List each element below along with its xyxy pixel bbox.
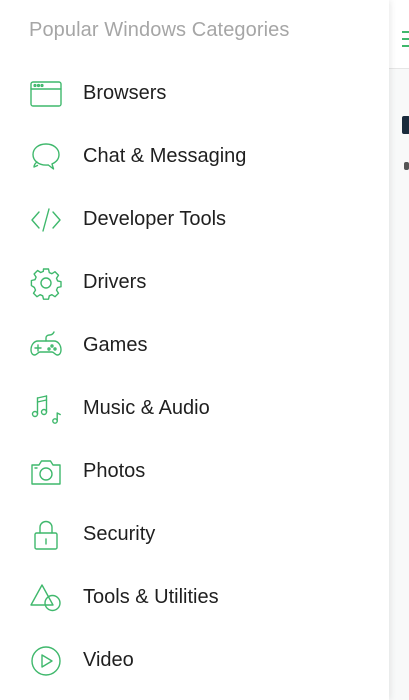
- category-item-browsers[interactable]: Browsers: [0, 62, 389, 125]
- music-notes-icon: [28, 391, 64, 427]
- category-label: Tools & Utilities: [83, 586, 219, 608]
- category-item-developer-tools[interactable]: Developer Tools: [0, 188, 389, 251]
- category-list: Browsers Chat & Messaging Developer Tool…: [0, 62, 389, 692]
- category-item-tools-utilities[interactable]: Tools & Utilities: [0, 566, 389, 629]
- drawer-title: Popular Windows Categories: [29, 19, 290, 41]
- category-item-games[interactable]: Games: [0, 314, 389, 377]
- hamburger-menu-icon[interactable]: [402, 31, 409, 47]
- chat-bubbles-icon: [28, 139, 64, 175]
- category-label: Security: [83, 523, 156, 545]
- category-label: Games: [83, 334, 148, 356]
- background-text-fragment: [404, 162, 409, 170]
- category-label: Browsers: [83, 82, 167, 104]
- background-page: [389, 0, 409, 700]
- gear-icon: [28, 265, 64, 301]
- gamepad-icon: [28, 328, 64, 364]
- play-circle-icon: [28, 643, 64, 679]
- browser-window-icon: [28, 76, 64, 112]
- code-brackets-icon: [28, 202, 64, 238]
- category-item-security[interactable]: Security: [0, 503, 389, 566]
- page: Popular Windows Categories Browsers Chat…: [0, 0, 409, 700]
- background-topbar: [389, 0, 409, 69]
- category-label: Chat & Messaging: [83, 145, 247, 167]
- category-label: Music & Audio: [83, 397, 210, 419]
- categories-drawer: Popular Windows Categories Browsers Chat…: [0, 0, 389, 700]
- shapes-icon: [28, 580, 64, 616]
- category-label: Drivers: [83, 271, 147, 293]
- category-label: Photos: [83, 460, 146, 482]
- category-item-music-audio[interactable]: Music & Audio: [0, 377, 389, 440]
- category-item-photos[interactable]: Photos: [0, 440, 389, 503]
- camera-icon: [28, 454, 64, 490]
- padlock-icon: [28, 517, 64, 553]
- category-label: Video: [83, 649, 134, 671]
- background-heading-fragment: [402, 116, 409, 134]
- category-item-video[interactable]: Video: [0, 629, 389, 692]
- category-label: Developer Tools: [83, 208, 227, 230]
- category-item-chat-messaging[interactable]: Chat & Messaging: [0, 125, 389, 188]
- category-item-drivers[interactable]: Drivers: [0, 251, 389, 314]
